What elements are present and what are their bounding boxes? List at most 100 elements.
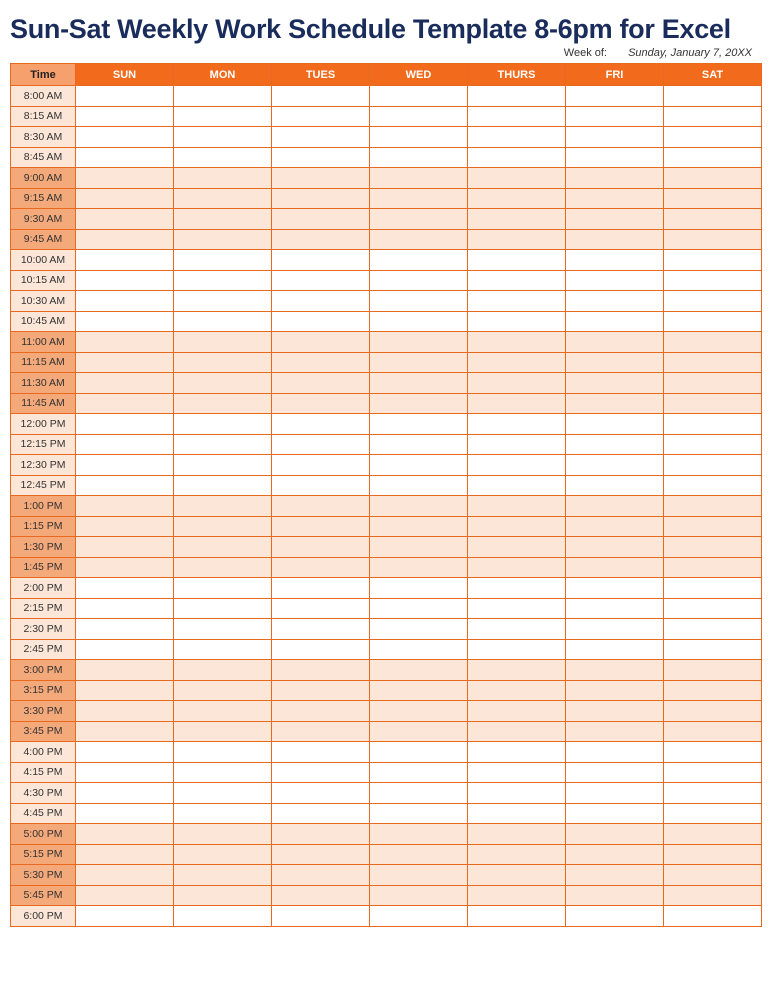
schedule-cell[interactable] bbox=[272, 639, 370, 660]
schedule-cell[interactable] bbox=[370, 106, 468, 127]
schedule-cell[interactable] bbox=[664, 721, 762, 742]
schedule-cell[interactable] bbox=[76, 619, 174, 640]
schedule-cell[interactable] bbox=[566, 209, 664, 230]
schedule-cell[interactable] bbox=[174, 291, 272, 312]
schedule-cell[interactable] bbox=[174, 824, 272, 845]
schedule-cell[interactable] bbox=[664, 393, 762, 414]
schedule-cell[interactable] bbox=[566, 414, 664, 435]
schedule-cell[interactable] bbox=[76, 106, 174, 127]
schedule-cell[interactable] bbox=[664, 803, 762, 824]
schedule-cell[interactable] bbox=[174, 537, 272, 558]
schedule-cell[interactable] bbox=[468, 906, 566, 927]
schedule-cell[interactable] bbox=[468, 414, 566, 435]
schedule-cell[interactable] bbox=[174, 660, 272, 681]
schedule-cell[interactable] bbox=[468, 229, 566, 250]
schedule-cell[interactable] bbox=[272, 106, 370, 127]
schedule-cell[interactable] bbox=[272, 516, 370, 537]
schedule-cell[interactable] bbox=[468, 516, 566, 537]
schedule-cell[interactable] bbox=[468, 537, 566, 558]
schedule-cell[interactable] bbox=[468, 147, 566, 168]
schedule-cell[interactable] bbox=[174, 762, 272, 783]
schedule-cell[interactable] bbox=[174, 865, 272, 886]
schedule-cell[interactable] bbox=[664, 701, 762, 722]
schedule-cell[interactable] bbox=[468, 619, 566, 640]
schedule-cell[interactable] bbox=[468, 598, 566, 619]
schedule-cell[interactable] bbox=[76, 906, 174, 927]
schedule-cell[interactable] bbox=[272, 352, 370, 373]
schedule-cell[interactable] bbox=[76, 434, 174, 455]
schedule-cell[interactable] bbox=[174, 352, 272, 373]
schedule-cell[interactable] bbox=[370, 414, 468, 435]
schedule-cell[interactable] bbox=[566, 393, 664, 414]
schedule-cell[interactable] bbox=[272, 701, 370, 722]
schedule-cell[interactable] bbox=[664, 496, 762, 517]
schedule-cell[interactable] bbox=[174, 701, 272, 722]
schedule-cell[interactable] bbox=[370, 701, 468, 722]
schedule-cell[interactable] bbox=[174, 332, 272, 353]
schedule-cell[interactable] bbox=[76, 127, 174, 148]
schedule-cell[interactable] bbox=[174, 373, 272, 394]
schedule-cell[interactable] bbox=[664, 824, 762, 845]
schedule-cell[interactable] bbox=[370, 557, 468, 578]
schedule-cell[interactable] bbox=[272, 393, 370, 414]
schedule-cell[interactable] bbox=[76, 578, 174, 599]
schedule-cell[interactable] bbox=[370, 783, 468, 804]
schedule-cell[interactable] bbox=[370, 680, 468, 701]
schedule-cell[interactable] bbox=[174, 106, 272, 127]
schedule-cell[interactable] bbox=[272, 906, 370, 927]
schedule-cell[interactable] bbox=[468, 475, 566, 496]
schedule-cell[interactable] bbox=[664, 455, 762, 476]
schedule-cell[interactable] bbox=[664, 270, 762, 291]
schedule-cell[interactable] bbox=[76, 865, 174, 886]
schedule-cell[interactable] bbox=[370, 168, 468, 189]
schedule-cell[interactable] bbox=[664, 619, 762, 640]
schedule-cell[interactable] bbox=[370, 393, 468, 414]
schedule-cell[interactable] bbox=[566, 188, 664, 209]
schedule-cell[interactable] bbox=[664, 865, 762, 886]
schedule-cell[interactable] bbox=[468, 721, 566, 742]
schedule-cell[interactable] bbox=[370, 742, 468, 763]
schedule-cell[interactable] bbox=[468, 660, 566, 681]
schedule-cell[interactable] bbox=[664, 209, 762, 230]
schedule-cell[interactable] bbox=[664, 86, 762, 107]
schedule-cell[interactable] bbox=[76, 147, 174, 168]
schedule-cell[interactable] bbox=[664, 660, 762, 681]
schedule-cell[interactable] bbox=[76, 393, 174, 414]
schedule-cell[interactable] bbox=[370, 86, 468, 107]
schedule-cell[interactable] bbox=[664, 352, 762, 373]
schedule-cell[interactable] bbox=[468, 352, 566, 373]
schedule-cell[interactable] bbox=[272, 188, 370, 209]
schedule-cell[interactable] bbox=[370, 578, 468, 599]
schedule-cell[interactable] bbox=[664, 783, 762, 804]
schedule-cell[interactable] bbox=[370, 434, 468, 455]
schedule-cell[interactable] bbox=[664, 434, 762, 455]
schedule-cell[interactable] bbox=[664, 516, 762, 537]
schedule-cell[interactable] bbox=[566, 311, 664, 332]
schedule-cell[interactable] bbox=[76, 311, 174, 332]
schedule-cell[interactable] bbox=[468, 578, 566, 599]
schedule-cell[interactable] bbox=[566, 250, 664, 271]
schedule-cell[interactable] bbox=[566, 844, 664, 865]
schedule-cell[interactable] bbox=[664, 844, 762, 865]
schedule-cell[interactable] bbox=[174, 147, 272, 168]
schedule-cell[interactable] bbox=[664, 537, 762, 558]
schedule-cell[interactable] bbox=[272, 578, 370, 599]
schedule-cell[interactable] bbox=[76, 598, 174, 619]
schedule-cell[interactable] bbox=[468, 434, 566, 455]
schedule-cell[interactable] bbox=[370, 906, 468, 927]
schedule-cell[interactable] bbox=[76, 516, 174, 537]
schedule-cell[interactable] bbox=[566, 619, 664, 640]
schedule-cell[interactable] bbox=[370, 209, 468, 230]
schedule-cell[interactable] bbox=[370, 147, 468, 168]
schedule-cell[interactable] bbox=[272, 496, 370, 517]
schedule-cell[interactable] bbox=[566, 455, 664, 476]
schedule-cell[interactable] bbox=[76, 291, 174, 312]
schedule-cell[interactable] bbox=[272, 86, 370, 107]
schedule-cell[interactable] bbox=[468, 270, 566, 291]
schedule-cell[interactable] bbox=[174, 639, 272, 660]
schedule-cell[interactable] bbox=[174, 229, 272, 250]
schedule-cell[interactable] bbox=[272, 414, 370, 435]
schedule-cell[interactable] bbox=[566, 496, 664, 517]
schedule-cell[interactable] bbox=[468, 332, 566, 353]
schedule-cell[interactable] bbox=[272, 557, 370, 578]
